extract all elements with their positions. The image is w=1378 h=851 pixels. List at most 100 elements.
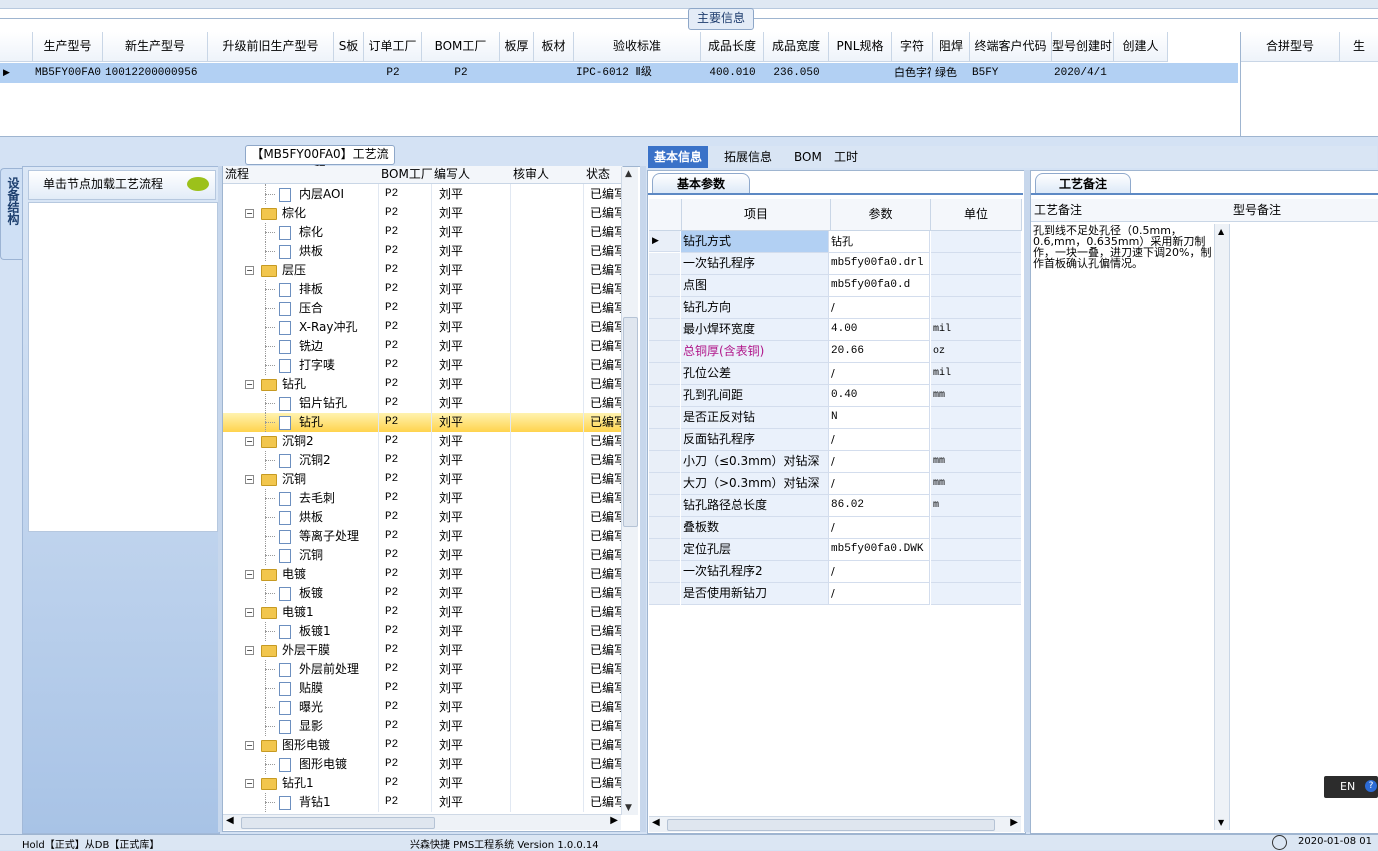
collapse-icon[interactable]: −	[245, 266, 254, 275]
grid-header[interactable]: 型号创建时间	[1052, 32, 1114, 62]
grid-header[interactable]: 字符	[892, 32, 933, 62]
tree-row[interactable]: 沉铜 P2 刘平 已编写	[223, 546, 621, 565]
grid-cell[interactable]: 2020/4/1	[1054, 63, 1112, 83]
grid-header[interactable]: 订单工厂	[364, 32, 422, 62]
collapse-icon[interactable]: −	[245, 380, 254, 389]
grid-header[interactable]: 生产型号	[33, 32, 103, 62]
grid-cell[interactable]	[210, 63, 332, 83]
tree-row[interactable]: 板镀1 P2 刘平 已编写	[223, 622, 621, 641]
grid-cell[interactable]: MB5FY00FA0	[35, 63, 101, 83]
param-value[interactable]: mb5fy00fa0.d	[829, 275, 930, 297]
scroll-up-icon[interactable]: ▲	[1218, 227, 1224, 236]
grid-cell[interactable]: 10012200000956	[105, 63, 206, 83]
tree-row[interactable]: − 图形电镀 P2 刘平 已编写	[223, 736, 621, 755]
param-value[interactable]: /	[829, 451, 930, 473]
param-row[interactable]: 定位孔层 mb5fy00fa0.DWK	[649, 539, 1021, 561]
tree-row[interactable]: 压合 P2 刘平 已编写	[223, 299, 621, 318]
tree-row[interactable]: − 电镀 P2 刘平 已编写	[223, 565, 621, 584]
param-row[interactable]: 孔到孔间距 0.40 mm	[649, 385, 1021, 407]
param-row[interactable]: 小刀（≤0.3mm）对钻深度/mm	[649, 451, 1021, 489]
grid-header[interactable]: 升级前旧生产型号	[208, 32, 334, 62]
tree-vertical-scrollbar[interactable]: ▲ ▼	[621, 167, 638, 815]
collapse-icon[interactable]: −	[245, 741, 254, 750]
tree-row[interactable]: 铝片钻孔 P2 刘平 已编写	[223, 394, 621, 413]
param-row[interactable]: 点图 mb5fy00fa0.d	[649, 275, 1021, 297]
param-value[interactable]: /	[829, 363, 930, 385]
param-row[interactable]: 大刀（>0.3mm）对钻深度/mm	[649, 473, 1021, 511]
tree-header[interactable]: 编写人	[432, 166, 513, 183]
tree-row[interactable]: − 层压 P2 刘平 已编写	[223, 261, 621, 280]
param-row[interactable]: ▶ 钻孔方式 钻孔	[649, 231, 1021, 253]
param-value[interactable]: /	[829, 429, 930, 451]
basic-params-tab[interactable]: 基本参数	[652, 173, 750, 194]
scroll-left-icon[interactable]: ◀	[652, 817, 660, 828]
detail-tab[interactable]: 拓展信息	[718, 146, 778, 168]
tree-row[interactable]: X-Ray冲孔 P2 刘平 已编写	[223, 318, 621, 337]
param-value[interactable]: /	[829, 473, 930, 495]
tree-row[interactable]: 背钻1 P2 刘平 已编写	[223, 793, 621, 812]
param-value[interactable]: 20.66	[829, 341, 930, 363]
tree-row[interactable]: 曝光 P2 刘平 已编写	[223, 698, 621, 717]
param-value[interactable]: mb5fy00fa0.DWK	[829, 539, 930, 561]
param-row[interactable]: 叠板数 /	[649, 517, 1021, 539]
tree-row[interactable]: 贴膜 P2 刘平 已编写	[223, 679, 621, 698]
tree-header[interactable]: 核审人	[511, 166, 586, 183]
detail-tab[interactable]: BOM	[788, 146, 828, 168]
tree-row[interactable]: 图形电镀 P2 刘平 已编写	[223, 755, 621, 774]
tree-row[interactable]: 外层前处理 P2 刘平 已编写	[223, 660, 621, 679]
process-notes-tab[interactable]: 工艺备注	[1035, 173, 1131, 194]
scroll-right-icon[interactable]: ▶	[610, 815, 618, 826]
param-value[interactable]: /	[829, 561, 930, 583]
ime-bar[interactable]: EN ?	[1324, 776, 1378, 798]
detail-tab[interactable]: 工时	[828, 146, 864, 168]
grid-header[interactable]: 成品宽度	[764, 32, 829, 62]
grid-cell[interactable]: 400.010	[703, 63, 762, 83]
tree-row[interactable]: − 钻孔 P2 刘平 已编写	[223, 375, 621, 394]
param-value[interactable]: /	[829, 297, 930, 319]
param-value[interactable]: mb5fy00fa0.drl	[829, 253, 930, 275]
tree-row[interactable]: 烘板 P2 刘平 已编写	[223, 508, 621, 527]
param-value[interactable]: 钻孔	[829, 231, 930, 253]
collapse-icon[interactable]: −	[245, 646, 254, 655]
grid-header[interactable]: 创建人	[1114, 32, 1168, 62]
scroll-up-icon[interactable]: ▲	[625, 169, 632, 179]
scroll-down-icon[interactable]: ▼	[625, 803, 632, 813]
param-value[interactable]: /	[829, 583, 930, 605]
collapse-icon[interactable]: −	[245, 475, 254, 484]
grid-header[interactable]: PNL规格	[829, 32, 892, 62]
grid-cell[interactable]	[502, 63, 532, 83]
param-value[interactable]: 4.00	[829, 319, 930, 341]
equipment-structure-tab[interactable]: 设备结构	[0, 168, 23, 260]
tree-row[interactable]: 去毛刺 P2 刘平 已编写	[223, 489, 621, 508]
params-hscroll-thumb[interactable]	[667, 819, 995, 831]
tree-row[interactable]: 显影 P2 刘平 已编写	[223, 717, 621, 736]
param-value[interactable]: 86.02	[829, 495, 930, 517]
grid-cell[interactable]: IPC-6012 Ⅱ级	[576, 63, 699, 83]
param-value[interactable]: N	[829, 407, 930, 429]
grid-cell[interactable]	[536, 63, 572, 83]
tree-row[interactable]: 打字唛 P2 刘平 已编写	[223, 356, 621, 375]
tree-row[interactable]: 内层AOI P2 刘平 已编写	[223, 185, 621, 204]
tree-row[interactable]: − 钻孔1 P2 刘平 已编写	[223, 774, 621, 793]
horizontal-splitter[interactable]	[0, 136, 1378, 145]
tree-row[interactable]: 等离子处理 P2 刘平 已编写	[223, 527, 621, 546]
grid-header[interactable]: BOM工厂	[422, 32, 500, 62]
load-flow-hint[interactable]: 单击节点加载工艺流程	[28, 170, 216, 200]
grid-header[interactable]: 终端客户代码	[970, 32, 1052, 62]
grid-cell[interactable]: 绿色	[935, 63, 968, 83]
tree-row[interactable]: − 外层干膜 P2 刘平 已编写	[223, 641, 621, 660]
grid-header[interactable]: 板厚	[500, 32, 534, 62]
tree-row[interactable]: 铣边 P2 刘平 已编写	[223, 337, 621, 356]
tree-horizontal-scrollbar[interactable]: ◀ ▶	[223, 814, 621, 830]
merge-model-header[interactable]: 合拼型号	[1241, 32, 1340, 62]
collapse-icon[interactable]: −	[245, 437, 254, 446]
collapse-icon[interactable]: −	[245, 608, 254, 617]
tree-scroll-thumb[interactable]	[623, 317, 638, 527]
collapse-icon[interactable]: −	[245, 209, 254, 218]
param-value[interactable]: /	[829, 517, 930, 539]
grid-cell[interactable]: P2	[424, 63, 498, 83]
notes-scrollbar[interactable]: ▲ ▼	[1214, 224, 1229, 830]
grid-cell[interactable]: 白色字符	[894, 63, 931, 83]
param-row[interactable]: 一次钻孔程序2/	[649, 561, 1021, 583]
tree-row[interactable]: 排板 P2 刘平 已编写	[223, 280, 621, 299]
